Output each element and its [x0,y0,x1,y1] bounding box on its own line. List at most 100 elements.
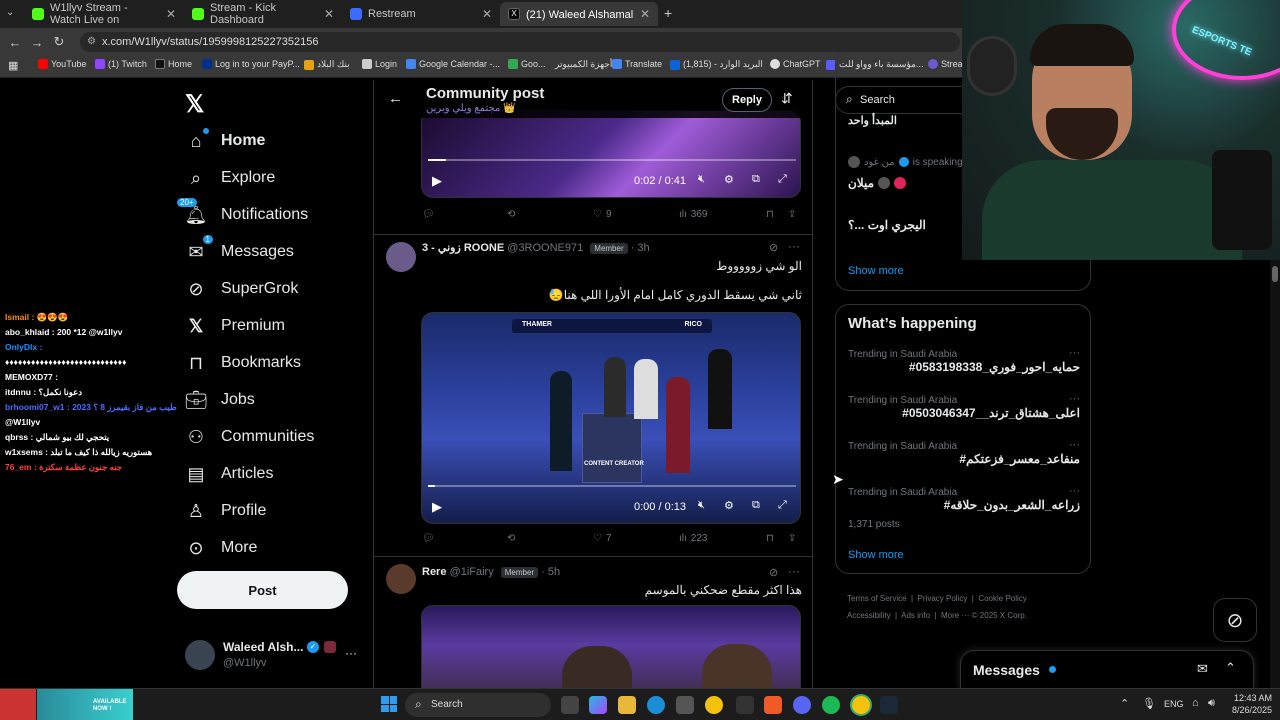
edge-icon[interactable] [647,696,665,714]
back-arrow-icon[interactable]: ← [388,90,403,107]
scrollbar-thumb[interactable] [1272,266,1278,282]
promo-widget[interactable]: AVAILABLE NOW ! [37,689,133,720]
like-button[interactable]: ♡ 7 [593,533,612,544]
footer-link[interactable]: Cookie Policy [978,594,1026,603]
account-switcher[interactable]: Waleed Alsh... ✓ @W1llyv ··· [185,640,375,674]
video-player[interactable]: ▶ 0:02 / 0:41 🔇︎ ⚙ ⧉ ⤢ [421,110,801,198]
steam-icon[interactable] [880,696,898,714]
show-more-link[interactable]: Show more [848,265,904,277]
bookmark-home[interactable]: Home [155,59,192,69]
settings-icon[interactable]: ⚙ [724,499,734,512]
trend-more-icon[interactable]: ··· [1069,393,1080,405]
bookmark-post-icon[interactable]: ⊓ [766,533,774,544]
trend-item[interactable]: Trending in Saudi Arabia ··· #اعلى_هشتاق_ت… [848,393,1080,435]
nav-supergrok[interactable]: ⊘ SuperGrok [185,278,298,300]
new-message-icon[interactable]: ✉ [1197,661,1208,677]
app-icon[interactable] [736,696,754,714]
file-explorer-icon[interactable] [618,696,636,714]
copilot-icon[interactable] [589,696,607,714]
bookmark-login[interactable]: Login [362,59,397,69]
video-progress-track[interactable] [428,485,796,487]
nav-notifications[interactable]: 🔔︎ 20+ Notifications [177,198,308,226]
views-button[interactable]: ılı 223 [679,533,707,544]
taskbar-search[interactable]: ⌕ Search [405,693,551,717]
grok-icon[interactable]: ⊘ [769,566,778,579]
reload-icon[interactable]: ↻ [48,34,70,50]
windows-start-icon[interactable] [381,696,397,712]
messages-drawer[interactable]: Messages ✉ ⌃ [960,650,1254,690]
trend-item[interactable]: Trending in Saudi Arabia ··· #منفاعد_معسر_… [848,439,1080,481]
trend-more-icon[interactable]: ··· [1069,347,1080,359]
taskbar-widget-thumbnail[interactable] [0,689,36,720]
bookmark-google[interactable]: Goo... [508,59,546,69]
bookmark-calendar[interactable]: Google Calendar -... [406,59,500,69]
x-logo-icon[interactable]: 𝕏 [185,90,204,119]
spotify-icon[interactable] [822,696,840,714]
post-button[interactable]: Post [177,571,348,609]
pip-icon[interactable]: ⧉ [752,499,760,512]
close-icon[interactable]: ✕ [640,7,650,21]
store-icon[interactable] [676,696,694,714]
nav-more[interactable]: ⊙ More [185,537,257,559]
tab-kick-stream[interactable]: W1llyv Stream - Watch Live on ✕ [24,2,184,26]
account-more-icon[interactable]: ··· [345,646,357,660]
post-more-icon[interactable]: ··· [788,239,800,253]
discord-icon[interactable] [793,696,811,714]
trend-more-icon[interactable]: ··· [1069,485,1080,497]
network-icon[interactable]: ⌂ [1192,697,1199,709]
grok-icon[interactable]: ⊘ [769,241,778,254]
video-player[interactable] [421,605,801,690]
author-name[interactable]: 3 - زوني ROONE [422,242,504,254]
bookmark-paypal[interactable]: Log in to your PayP... [202,59,300,69]
trend-more-icon[interactable]: ··· [1069,439,1080,451]
views-button[interactable]: ılı 369 [679,209,707,220]
new-tab-icon[interactable]: + [664,5,672,21]
community-name[interactable]: مجتمع ويلي وبرين 👑 [426,103,516,114]
tab-search-icon[interactable]: ⌄ [6,7,14,18]
tab-kick-dashboard[interactable]: Stream - Kick Dashboard ✕ [184,2,342,26]
post-more-icon[interactable]: ··· [788,564,800,578]
reply-icon[interactable]: 💬︎ [422,209,435,220]
share-icon[interactable]: ⇪ [788,533,796,544]
footer-link[interactable]: Privacy Policy [918,594,968,603]
bookmark-computers[interactable]: أجهزة الكمبيوتر [555,59,612,70]
mute-icon[interactable]: 🔇︎ [698,499,705,512]
close-icon[interactable]: ✕ [166,7,176,21]
bookmark-bank[interactable]: بنك البلاد [304,59,350,70]
expand-icon[interactable]: ⌃ [1225,660,1236,676]
footer-link[interactable]: Accessibility [847,611,891,620]
volume-icon[interactable]: 🔊︎ [1208,697,1215,710]
fullscreen-icon[interactable]: ⤢ [778,499,787,512]
footer-link[interactable]: Ads info [901,611,930,620]
post-time[interactable]: 3h [637,242,649,254]
mute-icon[interactable]: 🔇︎ [698,173,705,186]
tray-chevron-icon[interactable]: ⌃ [1120,697,1129,710]
bookmark-mail[interactable]: البريد الوارد - (1,815) [670,59,763,70]
trend-item[interactable]: Trending in Saudi Arabia ··· #زراعه_الشعر_… [848,485,1080,530]
like-button[interactable]: ♡ 9 [593,209,612,220]
close-icon[interactable]: ✕ [324,7,334,21]
video-player[interactable]: THAMER RICO CONTENT CREATOR ▶ 0:00 / 0:13… [421,312,801,524]
nav-home[interactable]: ⌂ Home [185,128,265,152]
share-icon[interactable]: ⇪ [788,209,796,220]
play-icon[interactable]: ▶ [432,173,442,189]
filter-icon[interactable]: ⇵ [781,90,793,107]
microphone-icon[interactable]: 🎙︎ [1142,697,1156,710]
chrome-active-icon[interactable] [852,696,870,714]
post-time[interactable]: 5h [548,566,560,578]
task-view-icon[interactable] [561,696,579,714]
tab-x-post[interactable]: X (21) Waleed Alshamali 🌸 on X ✕ [500,2,658,26]
nav-jobs[interactable]: 💼︎ Jobs [185,389,255,411]
grok-floating-button[interactable]: ⊘ [1213,598,1257,642]
forward-icon[interactable]: → [26,35,48,50]
back-icon[interactable]: ← [4,35,26,50]
bookmark-twitch[interactable]: (1) Twitch [95,59,147,69]
author-name[interactable]: Rere [422,566,446,578]
footer-link[interactable]: Terms of Service [847,594,907,603]
url-field[interactable]: ⚙ x.com/W1llyv/status/195999812522735215… [80,32,960,52]
reply-icon[interactable]: 💬︎ [422,533,435,544]
tab-restream[interactable]: Restream ✕ [342,2,500,26]
video-progress-track[interactable] [428,159,796,161]
app-icon[interactable] [764,696,782,714]
play-icon[interactable]: ▶ [432,499,442,515]
